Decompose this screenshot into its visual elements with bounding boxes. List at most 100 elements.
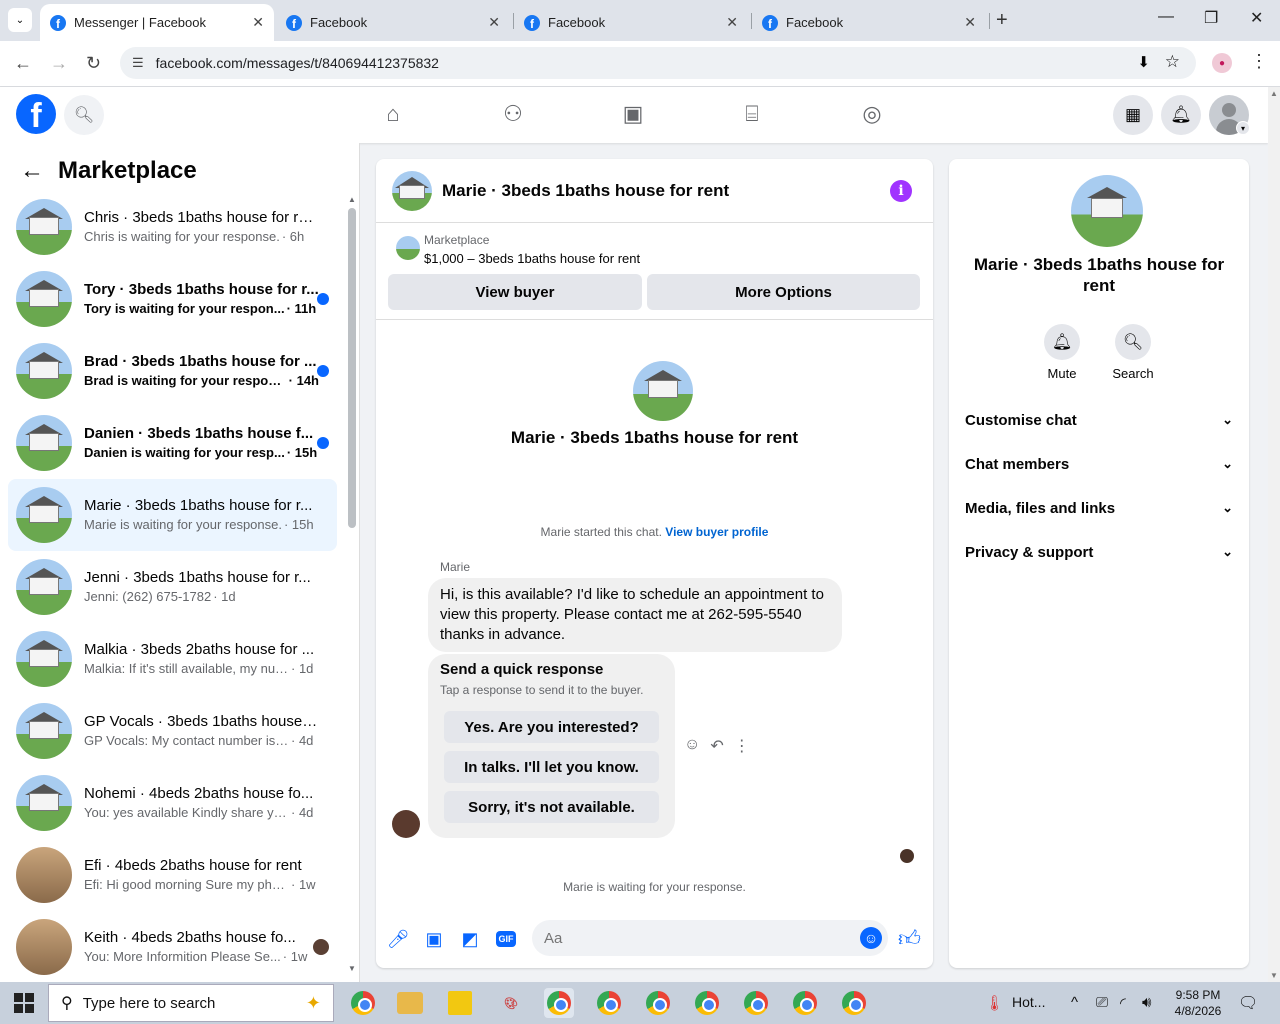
url-text[interactable]: facebook.com/messages/t/840694412375832 [156, 55, 439, 71]
conversation-time: · 1w [282, 949, 308, 964]
sticker-icon[interactable]: ◩ [459, 928, 481, 950]
back-icon[interactable]: ← [14, 53, 32, 74]
forward-icon[interactable]: → [50, 53, 68, 74]
weather-thermometer-icon[interactable]: 🌡︎ [985, 994, 1004, 1012]
chrome-profile-6-icon[interactable] [790, 988, 820, 1018]
bookmark-star-icon[interactable]: ☆ [1165, 52, 1180, 72]
view-buyer-profile-link[interactable]: View buyer profile [665, 525, 768, 539]
search-chat-button[interactable]: 🔍︎ Search [1103, 324, 1163, 381]
chrome-profile-1-icon[interactable] [544, 988, 574, 1018]
thumbs-up-icon[interactable]: 👍︎ [898, 925, 921, 952]
media-files-links-section[interactable]: Media, files and links ⌄ [965, 486, 1233, 530]
conversation-name: Efi · 4beds 2baths house for rent [84, 857, 302, 874]
file-explorer-icon[interactable] [397, 992, 423, 1014]
conversation-item[interactable]: Tory · 3beds 1baths house for r... Tory … [8, 263, 337, 335]
taskbar-clock[interactable]: 9:58 PM 4/8/2026 [1168, 987, 1228, 1019]
facebook-logo-icon[interactable]: f [16, 94, 56, 134]
photo-attach-icon[interactable]: ▣ [423, 928, 445, 950]
browser-menu-icon[interactable]: ⋮ [1250, 51, 1268, 72]
notification-center-icon[interactable]: 🗨︎ [1238, 993, 1258, 1013]
notifications-bell-icon[interactable]: 🔔︎ [1161, 95, 1201, 135]
reload-icon[interactable]: ↻ [86, 53, 101, 74]
site-settings-icon[interactable]: ☰ [132, 55, 144, 71]
more-options-button[interactable]: More Options [647, 274, 920, 310]
message-input[interactable] [544, 929, 844, 947]
more-actions-icon[interactable]: ⋮ [734, 736, 750, 756]
chevron-down-icon[interactable]: ▾ [1236, 121, 1250, 135]
conversation-item[interactable]: Danien · 3beds 1baths house f... Danien … [8, 407, 337, 479]
page-scrollbar[interactable]: ▲ ▼ [1268, 87, 1280, 982]
conversation-item[interactable]: Brad · 3beds 1baths house for ... Brad i… [8, 335, 337, 407]
weather-text[interactable]: Hot... [1012, 994, 1045, 1010]
show-hidden-icons-chevron-icon[interactable]: ^ [1071, 994, 1078, 1011]
tab-search-button[interactable]: ⌄ [8, 8, 32, 32]
conversation-item[interactable]: Chris · 3beds 1baths house for re... Chr… [8, 191, 337, 263]
chat-title[interactable]: Marie · 3beds 1baths house for rent [442, 181, 729, 201]
quick-response-in-talks-button[interactable]: In talks. I'll let you know. [444, 751, 659, 783]
tab-close-icon[interactable]: ✕ [964, 14, 976, 31]
started-text: Marie started this chat. [540, 525, 662, 539]
chrome-profile-4-icon[interactable] [692, 988, 722, 1018]
chrome-profile-5-icon[interactable] [741, 988, 771, 1018]
menu-grid-icon[interactable]: ▦ [1113, 95, 1153, 135]
tab-close-icon[interactable]: ✕ [252, 14, 264, 31]
reply-icon[interactable]: ↶ [710, 736, 723, 756]
install-app-icon[interactable]: ⬇ [1137, 53, 1150, 71]
chrome-profile-2-icon[interactable] [594, 988, 624, 1018]
customise-chat-section[interactable]: Customise chat ⌄ [965, 398, 1233, 442]
conversation-item-selected[interactable]: Marie · 3beds 1baths house for r... Mari… [8, 479, 337, 551]
conversation-item[interactable]: Efi · 4beds 2baths house for rent Efi: H… [8, 839, 337, 911]
windows-start-icon[interactable] [14, 993, 34, 1013]
video-icon[interactable]: ▣ [620, 101, 646, 127]
back-arrow-icon[interactable]: ← [20, 157, 44, 185]
conversation-item[interactable]: Keith · 4beds 2baths house fo... You: Mo… [8, 911, 337, 983]
quick-response-not-available-button[interactable]: Sorry, it's not available. [444, 791, 659, 823]
groups-icon[interactable]: ◎ [859, 101, 885, 127]
browser-profile-avatar[interactable]: ● [1212, 53, 1232, 73]
restore-icon[interactable]: ❐ [1204, 8, 1218, 28]
marketplace-icon[interactable]: ⌸ [739, 101, 765, 127]
gif-icon[interactable]: GIF [495, 928, 517, 950]
emoji-icon[interactable]: ☺ [860, 927, 882, 949]
wifi-icon[interactable]: ◜ [1120, 994, 1126, 1012]
search-icon: ⚲ [61, 995, 73, 1012]
browser-tab-facebook-2[interactable]: f Facebook ✕ [514, 4, 748, 41]
chrome-app-icon[interactable] [348, 988, 378, 1018]
tab-close-icon[interactable]: ✕ [726, 14, 738, 31]
friends-icon[interactable]: ⚇ [500, 101, 526, 127]
chrome-profile-3-icon[interactable] [643, 988, 673, 1018]
quick-response-yes-button[interactable]: Yes. Are you interested? [444, 711, 659, 743]
sidebar-scrollbar[interactable]: ▲ ▼ [346, 195, 358, 973]
privacy-support-section[interactable]: Privacy & support ⌄ [965, 530, 1233, 574]
chrome-profile-7-icon[interactable] [839, 988, 869, 1018]
view-buyer-button[interactable]: View buyer [388, 274, 642, 310]
browser-tab-facebook-1[interactable]: f Facebook ✕ [276, 4, 510, 41]
search-icon[interactable]: 🔍︎ [64, 95, 104, 135]
chat-members-section[interactable]: Chat members ⌄ [965, 442, 1233, 486]
microphone-icon[interactable]: 🎤︎ [387, 928, 410, 950]
conversation-item[interactable]: Nohemi · 4beds 2baths house fo... You: y… [8, 767, 337, 839]
message-input-box[interactable]: ☺ [532, 920, 888, 956]
device-icon[interactable]: ⎚ [1096, 994, 1108, 1011]
taskbar-search-box[interactable]: ⚲ Type here to search ✦ [48, 984, 334, 1022]
react-emoji-icon[interactable]: ☺ [684, 736, 700, 756]
tab-close-icon[interactable]: ✕ [488, 14, 500, 31]
new-tab-icon[interactable]: + [996, 9, 1008, 32]
conversation-item[interactable]: GP Vocals · 3beds 1baths house f... GP V… [8, 695, 337, 767]
conversation-item[interactable]: Malkia · 3beds 2baths house for ... Malk… [8, 623, 337, 695]
minimize-icon[interactable]: — [1158, 8, 1174, 26]
home-icon[interactable]: ⌂ [380, 101, 406, 127]
browser-tab-facebook-3[interactable]: f Facebook ✕ [752, 4, 986, 41]
listing-price[interactable]: $1,000 – 3beds 1baths house for rent [424, 251, 640, 266]
window-close-icon[interactable]: ✕ [1250, 8, 1263, 28]
omnibox[interactable]: ☰ facebook.com/messages/t/84069441237583… [120, 47, 1196, 79]
conversation-item[interactable]: Jenni · 3beds 1baths house for r... Jenn… [8, 551, 337, 623]
browser-tab-messenger[interactable]: f Messenger | Facebook ✕ [40, 4, 274, 41]
info-icon[interactable]: i [890, 180, 912, 202]
volume-icon[interactable]: 🔊︎ [1142, 994, 1151, 1011]
paint-app-icon[interactable]: 🎨︎ [496, 988, 526, 1018]
message-bubble[interactable]: Hi, is this available? I'd like to sched… [428, 578, 842, 652]
mute-button[interactable]: 🔔︎ Mute [1032, 324, 1092, 381]
chat-avatar[interactable] [392, 170, 432, 211]
sticky-notes-icon[interactable] [448, 991, 472, 1015]
